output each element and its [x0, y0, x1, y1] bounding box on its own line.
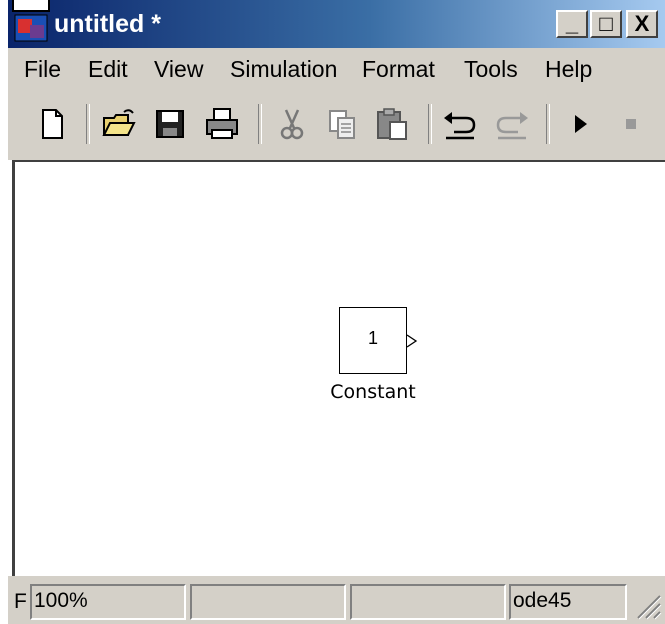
menu-view[interactable]: View: [154, 56, 203, 83]
status-field-2: [190, 584, 346, 620]
menu-edit[interactable]: Edit: [88, 56, 128, 83]
cut-icon[interactable]: [272, 104, 312, 144]
play-icon[interactable]: [560, 104, 600, 144]
resize-grip-icon[interactable]: [632, 590, 662, 620]
app-icon: [14, 14, 48, 42]
open-icon[interactable]: [98, 104, 138, 144]
paste-icon[interactable]: [372, 104, 412, 144]
copy-icon[interactable]: [322, 104, 362, 144]
menu-tools[interactable]: Tools: [464, 56, 518, 83]
status-solver: ode45: [509, 584, 627, 620]
status-field-3: [350, 584, 506, 620]
menu-file[interactable]: File: [24, 56, 61, 83]
output-port-icon[interactable]: [406, 334, 418, 348]
minimize-button[interactable]: _: [556, 10, 588, 38]
toolbar-separator: [86, 104, 90, 144]
stop-icon[interactable]: [612, 104, 652, 144]
constant-block-label[interactable]: Constant: [320, 381, 426, 403]
new-icon[interactable]: [32, 104, 72, 144]
undo-icon[interactable]: [440, 104, 480, 144]
menu-simulation[interactable]: Simulation: [230, 56, 337, 83]
menu-format[interactable]: Format: [362, 56, 435, 83]
print-icon[interactable]: [202, 104, 242, 144]
constant-block-value: 1: [367, 328, 378, 348]
corner-frame: [12, 0, 50, 12]
toolbar-separator: [546, 104, 550, 144]
window-title: untitled *: [54, 10, 161, 38]
toolbar-separator: [258, 104, 262, 144]
status-left-text: F: [14, 590, 27, 613]
toolbar-separator: [428, 104, 432, 144]
menu-help[interactable]: Help: [545, 56, 592, 83]
redo-icon[interactable]: [492, 104, 532, 144]
maximize-button[interactable]: □: [590, 10, 622, 38]
close-button[interactable]: X: [626, 10, 658, 38]
save-icon[interactable]: [150, 104, 190, 144]
status-zoom: 100%: [30, 584, 186, 620]
